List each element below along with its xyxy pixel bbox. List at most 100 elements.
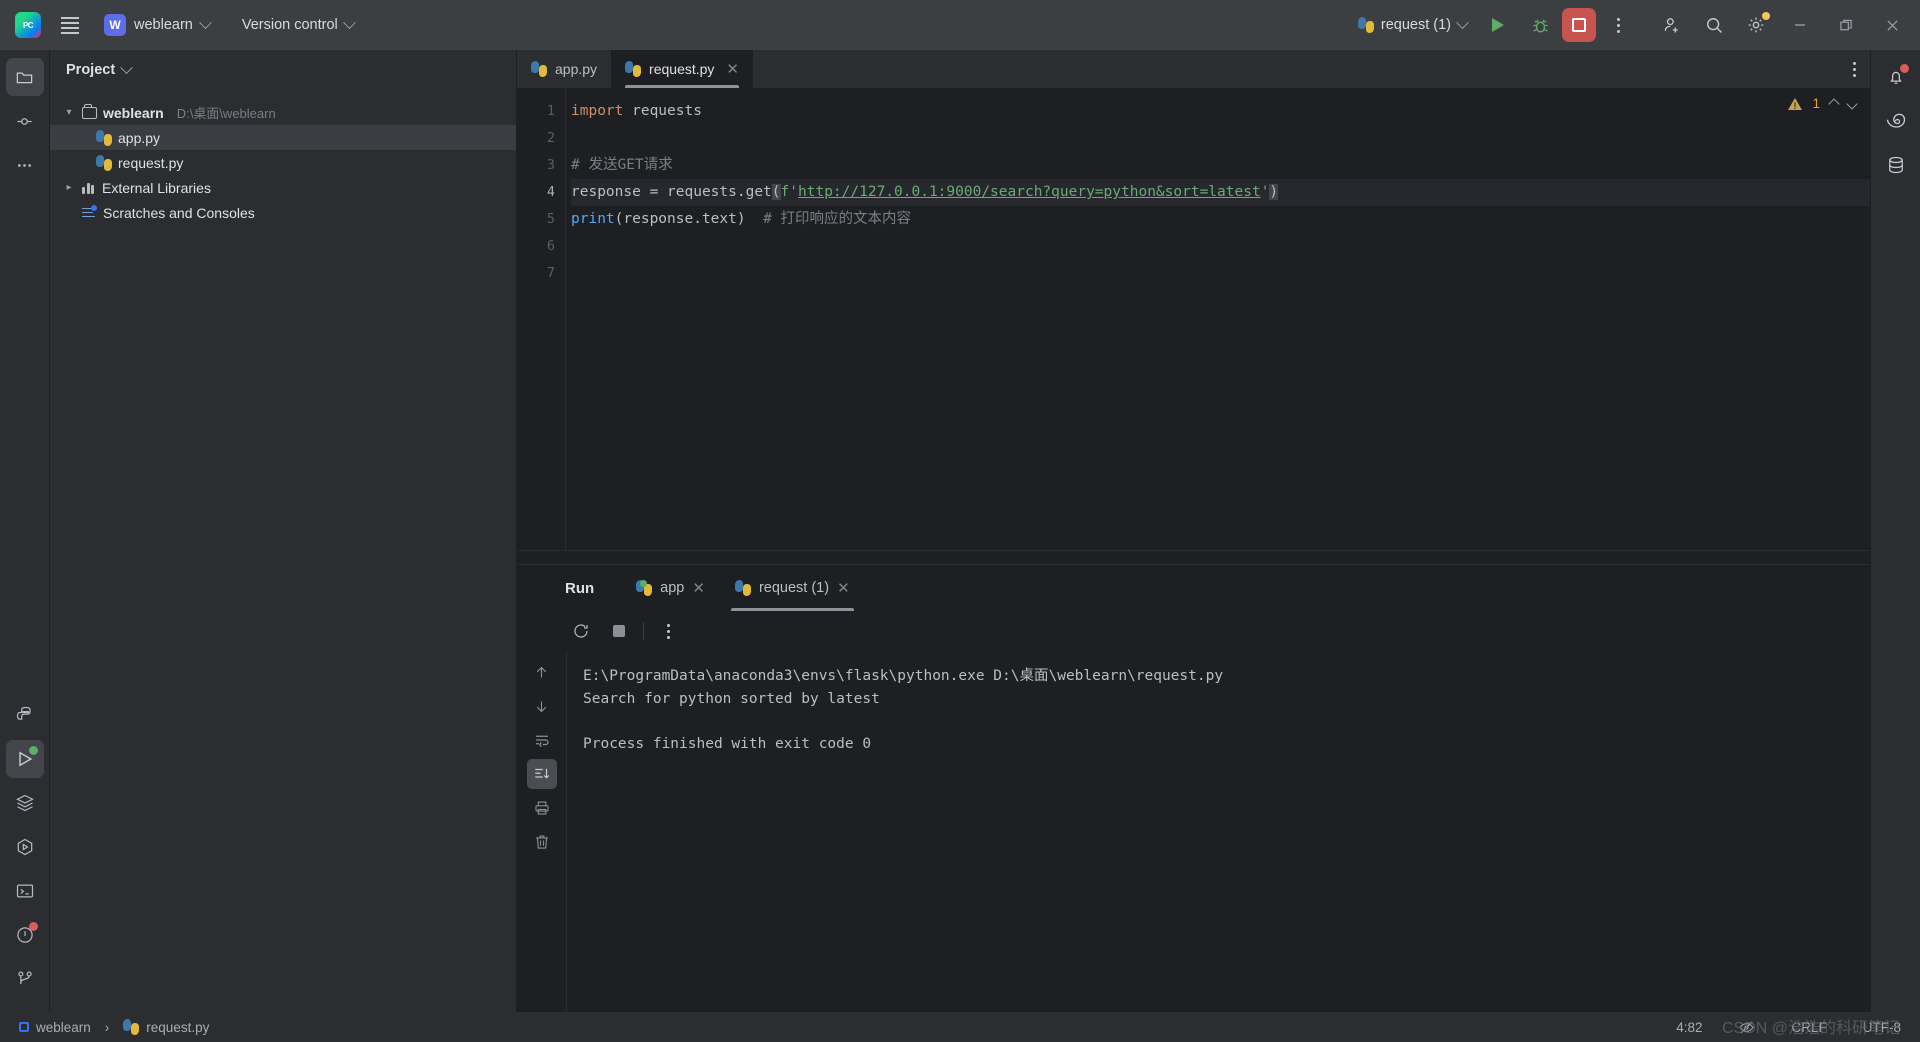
tree-node-request-py[interactable]: request.py: [50, 150, 516, 175]
minimize-button[interactable]: [1778, 0, 1822, 50]
next-problem-icon[interactable]: [1846, 97, 1858, 110]
warning-count: 1: [1812, 96, 1820, 111]
tab-label: app.py: [555, 61, 598, 77]
chevron-down-icon[interactable]: ▾: [62, 107, 76, 118]
stop-button[interactable]: [1562, 8, 1596, 42]
code-line: import requests: [571, 103, 702, 119]
project-selector[interactable]: W weblearn: [96, 10, 218, 40]
tab-label: request.py: [649, 61, 715, 77]
tree-node-scratches-and-consoles[interactable]: Scratches and Consoles: [50, 200, 516, 225]
inspection-widget[interactable]: 1: [1788, 96, 1858, 111]
python-icon: [734, 580, 751, 596]
line-number: 1: [546, 103, 555, 119]
project-name: weblearn: [134, 17, 193, 33]
chevron-down-icon: [198, 15, 212, 29]
editor-tabs-options-button[interactable]: [1839, 50, 1870, 88]
run-tab-app[interactable]: app ✕: [624, 565, 717, 611]
database-button[interactable]: [1877, 146, 1915, 184]
run-configuration-selector[interactable]: request (1): [1349, 13, 1476, 37]
file-encoding[interactable]: UTF-8: [1858, 1018, 1906, 1037]
code-content[interactable]: import requests # 发送GET请求 response = requ…: [565, 88, 1870, 550]
line-number: 4: [546, 184, 555, 200]
print-button[interactable]: [527, 793, 557, 823]
version-control-menu[interactable]: Version control: [234, 13, 362, 37]
logo-text: PC: [22, 20, 34, 30]
search-button[interactable]: [1694, 7, 1734, 43]
console-area: E:\ProgramData\anaconda3\envs\flask\pyth…: [517, 651, 1870, 1012]
editor-bottom-divider: [517, 550, 1870, 564]
run-more-options-button[interactable]: [654, 617, 682, 645]
tree-node-path: D:\桌面\weblearn: [176, 106, 276, 121]
stop-icon: [613, 625, 625, 637]
chevron-down-icon: [342, 15, 356, 29]
stop-process-button[interactable]: [605, 617, 633, 645]
pycharm-logo-icon[interactable]: PC: [8, 7, 48, 43]
close-tab-icon[interactable]: ✕: [837, 579, 850, 597]
run-button[interactable]: [1478, 7, 1518, 43]
breadcrumb-file[interactable]: request.py: [118, 1017, 214, 1037]
line-number: 7: [546, 265, 555, 281]
sidebar-item-python-console[interactable]: [6, 828, 44, 866]
tree-node-external-libraries[interactable]: ▸ External Libraries: [50, 175, 516, 200]
version-control-label: Version control: [241, 17, 338, 33]
tree-node-app-py[interactable]: app.py: [50, 125, 516, 150]
console-output[interactable]: E:\ProgramData\anaconda3\envs\flask\pyth…: [567, 651, 1870, 1012]
sidebar-item-problems[interactable]: [6, 916, 44, 954]
run-configuration-name: request (1): [1380, 17, 1451, 33]
sidebar-item-version-control[interactable]: [6, 960, 44, 998]
python-file-icon: [531, 61, 547, 77]
project-icon: [19, 1022, 29, 1032]
database-icon: [1888, 156, 1903, 174]
run-status-dot: [28, 746, 38, 755]
notifications-button[interactable]: [1877, 58, 1915, 96]
hamburger-menu-icon[interactable]: [50, 7, 90, 43]
code-editor[interactable]: 1 1 2 3 4 5 6 7 import requests #: [517, 88, 1870, 550]
printer-icon: [534, 801, 549, 815]
python-file-icon: [96, 154, 112, 171]
previous-problem-icon[interactable]: [1828, 97, 1840, 110]
tab-request-py[interactable]: request.py ✕: [611, 50, 753, 88]
caret-position[interactable]: 4:82: [1671, 1018, 1707, 1037]
scroll-to-end-button[interactable]: [526, 759, 557, 789]
settings-button[interactable]: [1736, 7, 1776, 43]
close-tab-icon[interactable]: ✕: [692, 579, 705, 597]
debug-button[interactable]: [1520, 7, 1560, 43]
next-occurrence-button[interactable]: [527, 691, 557, 721]
ai-assistant-button[interactable]: [1877, 102, 1915, 140]
title-bar: PC W weblearn Version control request (1…: [0, 0, 1920, 50]
breadcrumb-project[interactable]: weblearn: [14, 1018, 96, 1037]
tree-node-weblearn[interactable]: ▾ weblearn D:\桌面\weblearn: [50, 100, 516, 125]
line-number-gutter: 1 2 3 4 5 6 7: [517, 88, 565, 550]
chevron-right-icon[interactable]: ▸: [62, 182, 76, 193]
breadcrumb-separator: ›: [104, 1019, 110, 1035]
sidebar-item-python-packages[interactable]: [6, 696, 44, 734]
project-panel-header[interactable]: Project: [50, 50, 516, 90]
rerun-button[interactable]: [567, 617, 595, 645]
tab-app-py[interactable]: app.py: [517, 50, 611, 88]
line-separator[interactable]: CRLF: [1786, 1018, 1831, 1037]
sidebar-item-commit[interactable]: [6, 102, 44, 140]
run-tab-request-1[interactable]: request (1) ✕: [723, 565, 862, 611]
close-tab-icon[interactable]: ✕: [726, 62, 739, 77]
previous-occurrence-button[interactable]: [527, 657, 557, 687]
line-number: 2: [546, 130, 555, 146]
sidebar-item-run[interactable]: [5, 740, 44, 778]
run-tab-label: app: [660, 580, 685, 596]
project-tree: ▾ weblearn D:\桌面\weblearn app.py request…: [50, 90, 516, 225]
close-button[interactable]: [1870, 0, 1914, 50]
chevron-down-icon: [120, 60, 134, 74]
add-user-button[interactable]: [1652, 7, 1692, 43]
clear-all-button[interactable]: [527, 827, 557, 857]
sidebar-item-terminal[interactable]: [6, 872, 44, 910]
sidebar-item-more-tools[interactable]: [6, 146, 44, 184]
maximize-button[interactable]: [1824, 0, 1868, 50]
sidebar-item-services[interactable]: [6, 784, 44, 822]
crossed-eye-icon[interactable]: [1733, 1017, 1760, 1038]
sidebar-item-project[interactable]: [5, 58, 44, 96]
line-number: 3: [546, 157, 555, 173]
more-actions-button[interactable]: [1598, 7, 1638, 43]
scroll-to-end-icon: [534, 768, 549, 779]
project-tool-window: Project ▾ weblearn D:\桌面\weblearn app.py…: [50, 50, 517, 1012]
soft-wrap-button[interactable]: [527, 725, 557, 755]
